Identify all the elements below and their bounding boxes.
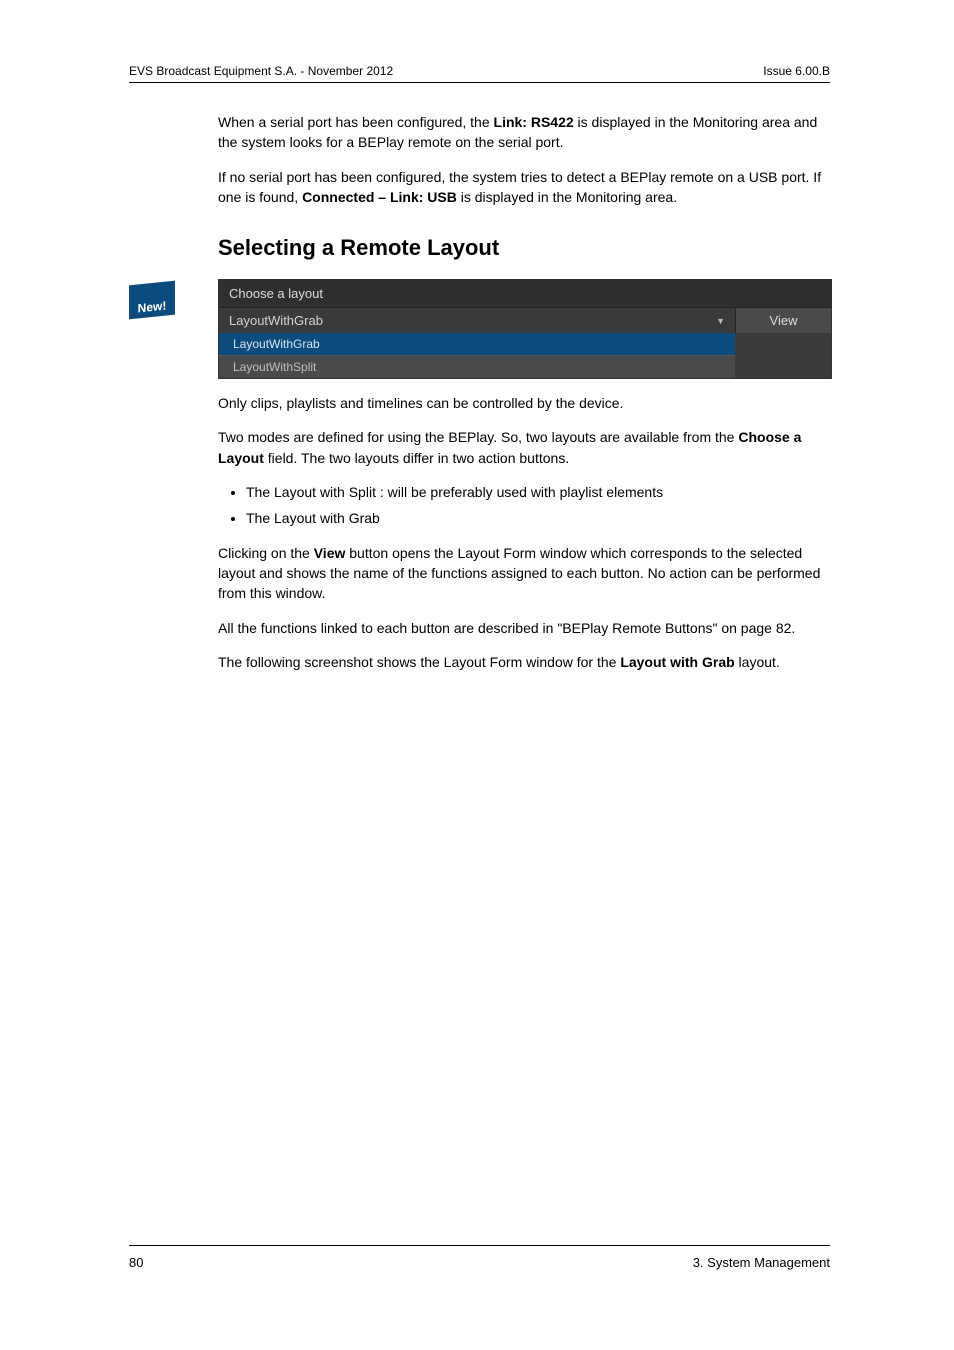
layout-chooser-label: Choose a layout [219,280,831,307]
footer-rule [129,1245,830,1246]
paragraph-serial-port: When a serial port has been configured, … [218,112,832,153]
layout-bullets: The Layout with Split : will be preferab… [218,482,832,529]
paragraph-view-button: Clicking on the View button opens the La… [218,543,832,604]
list-item: The Layout with Split : will be preferab… [246,482,832,502]
paragraph-functions-ref: All the functions linked to each button … [218,618,832,638]
page-number: 80 [129,1255,143,1270]
header-rule [129,82,830,83]
paragraph-usb-port: If no serial port has been configured, t… [218,167,832,208]
new-badge: New! [129,281,175,320]
new-badge-label: New! [138,298,167,315]
layout-select[interactable]: LayoutWithGrab ▼ [219,308,735,333]
paragraph-two-modes: Two modes are defined for using the BEPl… [218,427,832,468]
section-title: 3. System Management [693,1255,830,1270]
paragraph-controllable: Only clips, playlists and timelines can … [218,393,832,413]
page-footer: 80 3. System Management [129,1255,830,1270]
view-button[interactable]: View [735,308,831,333]
chevron-down-icon: ▼ [716,316,725,326]
layout-option[interactable]: LayoutWithGrab [219,333,735,355]
page-header: EVS Broadcast Equipment S.A. - November … [129,64,830,78]
list-item: The Layout with Grab [246,508,832,528]
view-button-label: View [770,313,798,328]
header-left: EVS Broadcast Equipment S.A. - November … [129,64,393,78]
layout-chooser-panel: Choose a layout LayoutWithGrab ▼ View La… [218,279,832,379]
layout-option[interactable]: LayoutWithSplit [219,355,735,378]
layout-options-list: LayoutWithGrab LayoutWithSplit [219,333,735,378]
section-heading: Selecting a Remote Layout [218,235,832,261]
paragraph-layout-form: The following screenshot shows the Layou… [218,652,832,672]
header-right: Issue 6.00.B [763,64,830,78]
layout-select-value: LayoutWithGrab [229,313,323,328]
